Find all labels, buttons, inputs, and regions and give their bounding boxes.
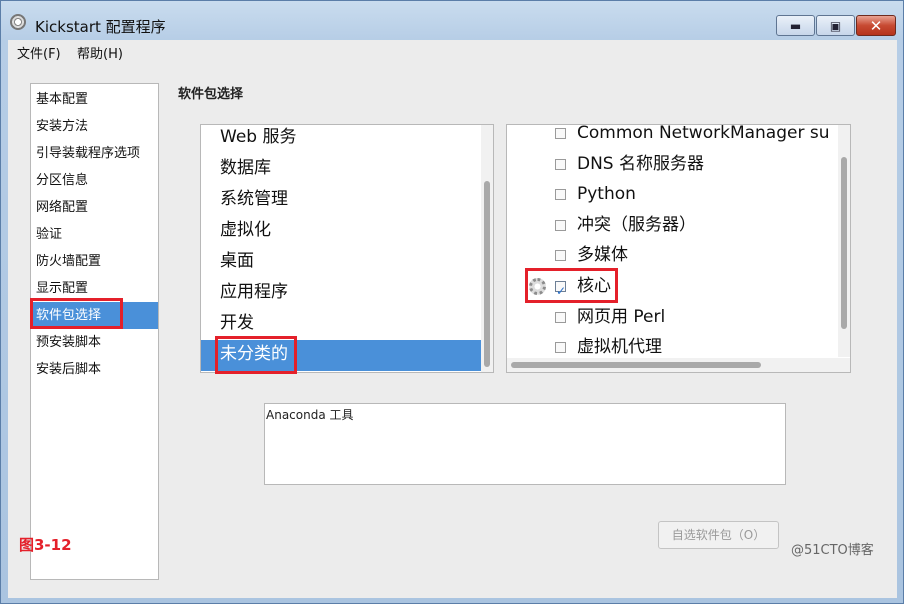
close-icon: ✕ <box>869 16 883 35</box>
package-label: DNS 名称服务器 <box>577 153 705 174</box>
package-list-item[interactable]: DNS 名称服务器 <box>507 149 837 180</box>
sidebar-item[interactable]: 基本配置 <box>31 86 158 113</box>
group-list-item[interactable]: 系统管理 <box>201 185 481 216</box>
package-label: 多媒体 <box>577 245 628 266</box>
package-checkbox[interactable] <box>555 250 566 262</box>
sidebar-item[interactable]: 防火墙配置 <box>31 248 158 275</box>
title-bar[interactable]: Kickstart 配置程序 ▬ ▣ ✕ <box>1 1 904 39</box>
group-list-item[interactable]: 桌面 <box>201 247 481 278</box>
sidebar-item[interactable]: 安装方法 <box>31 113 158 140</box>
highlight-box-nav <box>30 298 123 329</box>
package-list-item[interactable]: Common NetworkManager su <box>507 124 837 149</box>
menu-help[interactable]: 帮助(H) <box>77 43 123 62</box>
package-list-hscroll-thumb[interactable] <box>511 362 761 368</box>
optional-packages-button[interactable]: 自选软件包（O） <box>658 521 779 549</box>
gear-icon <box>10 14 26 30</box>
package-list-vscrollbar[interactable] <box>838 125 850 357</box>
package-label: Common NetworkManager su <box>577 124 830 143</box>
package-list-item[interactable]: 网页用 Perl <box>507 302 837 333</box>
sidebar-item[interactable]: 预安装脚本 <box>31 329 158 356</box>
menu-file[interactable]: 文件(F) <box>17 43 61 62</box>
minimize-button[interactable]: ▬ <box>776 15 815 36</box>
package-checkbox[interactable] <box>555 219 566 231</box>
package-label: 网页用 Perl <box>577 306 666 327</box>
menu-bar: 文件(F) 帮助(H) <box>8 40 897 62</box>
highlight-box-package <box>525 268 618 303</box>
window-title: Kickstart 配置程序 <box>35 18 166 36</box>
highlight-box-group <box>215 336 297 374</box>
group-list-item[interactable]: 数据库 <box>201 154 481 185</box>
package-checkbox[interactable] <box>555 158 566 170</box>
package-checkbox[interactable] <box>555 311 566 323</box>
maximize-icon: ▣ <box>829 18 842 33</box>
app-window: Kickstart 配置程序 ▬ ▣ ✕ 文件(F) 帮助(H) 基本配置 安装方… <box>0 0 904 604</box>
maximize-button[interactable]: ▣ <box>816 15 855 36</box>
package-checkbox[interactable] <box>555 342 566 354</box>
package-list-item[interactable]: 多媒体 <box>507 240 837 271</box>
package-list-hscrollbar[interactable] <box>507 358 850 372</box>
watermark: @51CTO博客 <box>791 543 874 558</box>
package-label: 冲突（服务器） <box>577 214 696 235</box>
group-list-scrollbar[interactable] <box>481 125 493 372</box>
package-label: Python <box>577 184 636 205</box>
package-description: Anaconda 工具 <box>264 403 786 485</box>
package-list: 虚拟机代理网页用 Perl核心多媒体冲突（服务器）PythonDNS 名称服务器… <box>506 124 851 373</box>
figure-label: 图3-12 <box>19 536 72 554</box>
package-list-item[interactable]: 冲突（服务器） <box>507 210 837 241</box>
package-list-vscroll-thumb[interactable] <box>841 157 847 329</box>
sidebar-item[interactable]: 引导装载程序选项 <box>31 140 158 167</box>
close-button[interactable]: ✕ <box>856 15 896 36</box>
package-checkbox[interactable] <box>555 128 566 139</box>
group-list-item[interactable]: Web 服务 <box>201 125 481 154</box>
package-list-item[interactable]: Python <box>507 179 837 210</box>
group-list-item[interactable]: 应用程序 <box>201 278 481 309</box>
sidebar-item[interactable]: 分区信息 <box>31 167 158 194</box>
section-title: 软件包选择 <box>178 87 244 102</box>
client-area: 文件(F) 帮助(H) 基本配置 安装方法 引导装载程序选项 分区信息 网络配置 验证 防火… <box>8 40 897 598</box>
sidebar-nav: 基本配置 安装方法 引导装载程序选项 分区信息 网络配置 验证 防火墙配置 显示配置 软件包选择… <box>30 83 159 580</box>
sidebar-item[interactable]: 网络配置 <box>31 194 158 221</box>
sidebar-item[interactable]: 验证 <box>31 221 158 248</box>
sidebar-item[interactable]: 安装后脚本 <box>31 356 158 383</box>
group-list-scroll-thumb[interactable] <box>484 181 490 367</box>
minimize-icon: ▬ <box>789 18 802 33</box>
package-checkbox[interactable] <box>555 189 566 201</box>
group-list-item[interactable]: 虚拟化 <box>201 216 481 247</box>
